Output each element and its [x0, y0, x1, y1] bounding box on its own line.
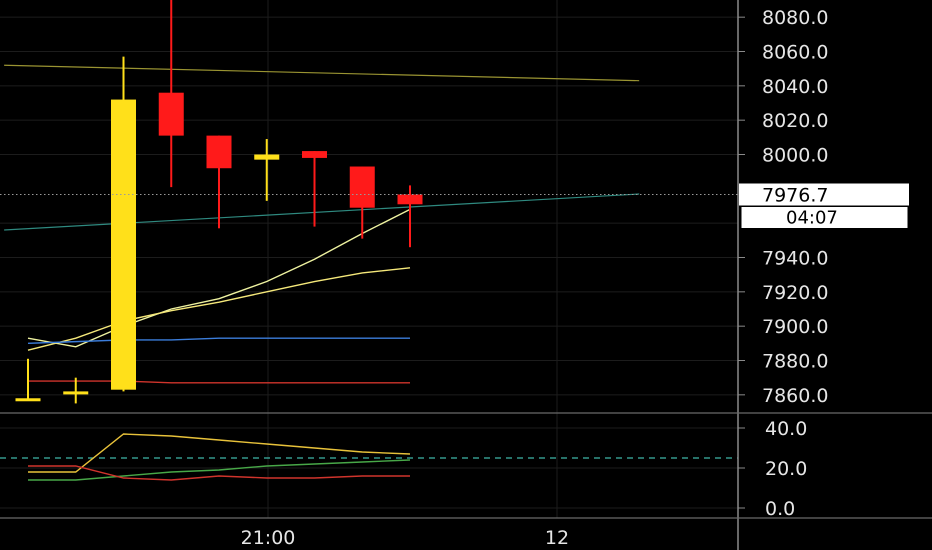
- moving-averages: [27, 208, 411, 384]
- oscillator-pane: [0, 433, 738, 481]
- candle: [254, 139, 280, 201]
- candle-body: [349, 166, 375, 208]
- time-axis-label: 21:00: [241, 527, 296, 549]
- candles: [15, 0, 423, 404]
- price-tick-label: 7920.0: [762, 282, 828, 304]
- candle-body: [158, 92, 184, 136]
- oscillator-tick-label: 20.0: [765, 458, 807, 480]
- price-tick-label: 8060.0: [762, 42, 828, 64]
- oscillator-tick-label: 0.0: [765, 498, 795, 520]
- grid: [0, 0, 738, 518]
- candle: [302, 151, 327, 227]
- price-tick-label: 7940.0: [762, 248, 828, 270]
- moving-average-line: [28, 380, 410, 384]
- price-tick-label: 7900.0: [762, 316, 828, 338]
- trend-lines: [4, 64, 640, 231]
- candle-body: [302, 151, 327, 158]
- candle: [206, 135, 232, 229]
- candle-body: [397, 194, 423, 205]
- countdown-label: 04:07: [786, 207, 838, 228]
- current-price-label: 7976.7: [762, 184, 828, 206]
- candle-body: [111, 99, 136, 390]
- trend-line: [4, 193, 640, 231]
- candlestick-chart[interactable]: 8080.0 8060.0 8040.0 8020.0 8000.0 7940.0 7920…: [0, 0, 932, 550]
- price-tick-label: 8080.0: [762, 7, 828, 29]
- candle-body: [254, 154, 280, 160]
- candle: [158, 0, 184, 188]
- candle: [111, 56, 136, 392]
- trend-line: [4, 64, 640, 82]
- candle-body: [63, 391, 89, 395]
- time-axis-label: 12: [545, 527, 569, 549]
- price-tick-label: 7880.0: [762, 351, 828, 373]
- price-tick-label: 7860.0: [762, 385, 828, 407]
- oscillator-tick-label: 40.0: [765, 418, 807, 440]
- candle-body: [15, 398, 41, 402]
- oscillator-line: [28, 433, 411, 473]
- price-tick-label: 8020.0: [762, 110, 828, 132]
- candle: [349, 166, 375, 239]
- candle-body: [206, 135, 232, 169]
- price-tick-label: 8000.0: [762, 145, 828, 167]
- price-tick-label: 8040.0: [762, 76, 828, 98]
